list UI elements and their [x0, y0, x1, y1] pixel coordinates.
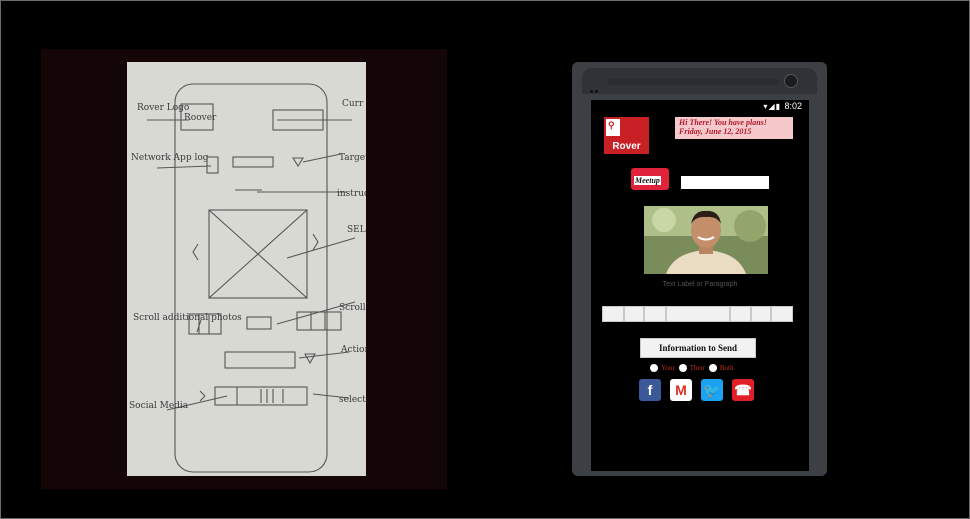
photo-scroller[interactable]: [602, 306, 793, 322]
radio-their[interactable]: Their: [678, 364, 705, 372]
scroll-thumb[interactable]: [644, 306, 666, 322]
wireframe-sketch: Roover Rover Logo Curr Dat Network App l…: [127, 62, 366, 476]
status-time: 8:02: [784, 101, 802, 111]
scroll-thumb[interactable]: [602, 306, 624, 322]
social-share-bar: f M 🐦 ☎: [639, 379, 763, 401]
send-option-radios: Your Their Both: [650, 362, 737, 374]
date-line: Friday, June 12, 2015: [679, 127, 752, 136]
portrait-image: [644, 206, 768, 274]
sketch-logo-text: Roover: [184, 113, 217, 123]
photo-caption: Text Label or Paragraph: [662, 281, 738, 288]
scroll-thumb[interactable]: [751, 306, 771, 322]
target-input[interactable]: [681, 176, 769, 189]
radio-your[interactable]: Your: [650, 364, 675, 372]
facebook-icon[interactable]: f: [639, 379, 661, 401]
status-bar: ▾◢▮ 8:02: [591, 100, 809, 112]
scroll-thumb[interactable]: [771, 306, 793, 322]
greeting-note: Hi There! You have plans! Friday, June 1…: [675, 117, 793, 139]
map-pin-icon: ⚲: [606, 119, 620, 136]
radio-both[interactable]: Both: [708, 364, 733, 372]
sketch-label-target: Target: [339, 153, 366, 163]
sketch-drawing: Roover Rover Logo Curr Dat Network App l…: [129, 83, 366, 473]
speaker-grille: [607, 79, 779, 85]
rover-logo-label: Rover: [612, 141, 641, 152]
gmail-icon[interactable]: M: [670, 379, 692, 401]
sketch-label-network-app: Network App log: [131, 153, 209, 163]
sketch-label-select-2: select: [339, 395, 366, 405]
sensor-dots: [590, 80, 602, 93]
phone-icon[interactable]: ☎: [732, 379, 754, 401]
meetup-label: Meetup: [634, 176, 661, 185]
scroll-thumb-selected[interactable]: [666, 306, 730, 322]
wifi-signal-battery-icon: ▾◢▮: [763, 102, 781, 111]
scroll-thumb[interactable]: [730, 306, 751, 322]
sketch-label-social-media: Social Media: [129, 401, 189, 411]
sketch-label-scroll-photos: Scroll additional photos: [133, 313, 242, 323]
information-to-send-button[interactable]: Information to Send: [640, 338, 756, 358]
scroll-thumb[interactable]: [624, 306, 644, 322]
contact-photo[interactable]: [644, 206, 768, 274]
sketch-label-select: SEL: [347, 225, 366, 235]
sketch-label-rover-logo: Rover Logo: [137, 103, 189, 113]
sketch-label-current-date: Curr Dat: [342, 99, 366, 109]
rover-logo: ⚲ Rover: [604, 117, 649, 154]
sketch-label-action: Action se A B: [340, 345, 366, 355]
front-camera: [784, 74, 798, 88]
greeting-line: Hi There! You have plans!: [679, 118, 767, 127]
phone-screen: ▾◢▮ 8:02 ⚲ Rover Hi There! You have plan…: [591, 100, 809, 471]
twitter-icon[interactable]: 🐦: [701, 379, 723, 401]
sketch-label-instructions: instruc: [337, 189, 366, 199]
sketch-label-scroll: Scroll: [339, 303, 366, 313]
phone-mockup: ▾◢▮ 8:02 ⚲ Rover Hi There! You have plan…: [572, 62, 827, 476]
meetup-app-icon[interactable]: Meetup: [631, 168, 669, 190]
